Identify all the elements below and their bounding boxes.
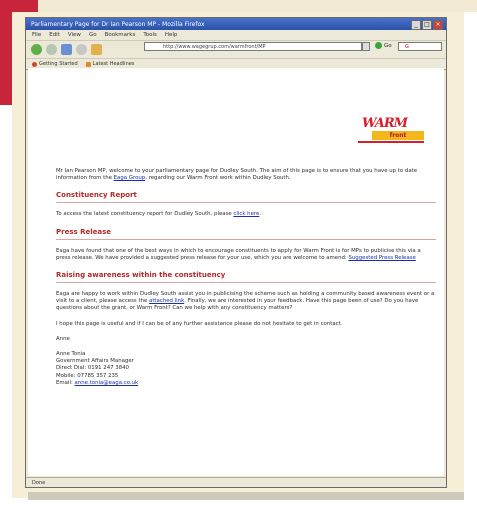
reload-icon[interactable] <box>61 44 72 55</box>
menu-help[interactable]: Help <box>165 32 178 38</box>
section-heading-constituency-report: Constituency Report <box>56 191 137 200</box>
menu-edit[interactable]: Edit <box>49 32 60 38</box>
frame-shadow <box>28 492 464 500</box>
beige-accent-bar <box>38 0 477 12</box>
constituency-paragraph: To access the latest constituency report… <box>56 211 436 218</box>
bookmark-getting-started[interactable]: Getting Started <box>32 61 78 67</box>
click-here-link[interactable]: click here <box>233 211 259 217</box>
signoff: Anne <box>56 335 70 342</box>
constituency-text: To access the latest constituency report… <box>56 211 234 218</box>
section-divider <box>56 202 436 204</box>
email-label: Email: <box>56 379 75 386</box>
bookmark-label: Getting Started <box>39 61 78 67</box>
search-field[interactable]: G <box>398 42 442 51</box>
window-controls: _ □ × <box>411 20 443 30</box>
menu-view[interactable]: View <box>68 32 81 38</box>
section-heading-press-release: Press Release <box>56 227 112 236</box>
signature-mobile: Mobile: 07785 357 235 <box>56 372 119 379</box>
firefox-icon <box>32 61 37 67</box>
status-bar: Done <box>26 477 446 487</box>
address-bar[interactable]: http://www.wagegrup.com/warmfront/MP <box>144 42 362 51</box>
rss-icon <box>85 61 91 67</box>
forward-arrow-icon[interactable] <box>46 44 57 55</box>
logo-text-warm: WARM <box>362 116 408 131</box>
title-bar: Parliamentary Page for Dr Ian Pearson MP… <box>26 18 446 30</box>
minimize-button[interactable]: _ <box>411 20 421 30</box>
stop-icon[interactable] <box>76 44 87 55</box>
maximize-button[interactable]: □ <box>422 20 432 30</box>
section-divider <box>56 282 436 284</box>
section-heading-raising-awareness: Raising awareness within the constituenc… <box>56 271 226 280</box>
bookmark-label: Latest Headlines <box>92 61 135 67</box>
address-text: http://www.wagegrup.com/warmfront/MP <box>163 44 266 50</box>
home-icon[interactable] <box>91 44 102 55</box>
signature-email: Email: anne.tonia@eaga.co.uk <box>56 380 436 387</box>
attached-link[interactable]: attached link <box>149 298 184 304</box>
menu-bookmarks[interactable]: Bookmarks <box>105 32 136 38</box>
go-icon <box>375 42 382 49</box>
awareness-paragraph: Eaga are happy to work within Dudley Sou… <box>56 291 436 313</box>
constituency-text-end: . <box>259 211 262 218</box>
window-title: Parliamentary Page for Dr Ian Pearson MP… <box>31 20 205 28</box>
bookmark-latest-headlines[interactable]: Latest Headlines <box>85 61 135 67</box>
logo-text-front: front <box>372 131 424 140</box>
menu-tools[interactable]: Tools <box>143 32 157 38</box>
signature-block: Anne Tonia Government Affairs Manager Di… <box>56 351 436 387</box>
browser-window: Parliamentary Page for Dr Ian Pearson MP… <box>25 17 447 488</box>
address-dropdown-icon[interactable] <box>362 42 370 51</box>
logo-stripe <box>358 141 424 143</box>
closing-paragraph: I hope this page is useful and if I can … <box>56 320 343 327</box>
signature-role: Government Affairs Manager <box>56 358 134 365</box>
close-button[interactable]: × <box>433 20 443 30</box>
signature-name: Anne Tonia <box>56 351 86 358</box>
eaga-group-link[interactable]: Eaga Group <box>114 175 146 181</box>
menu-bar: File Edit View Go Bookmarks Tools Help <box>26 30 446 41</box>
go-button[interactable]: Go <box>375 42 392 49</box>
intro-paragraph: Mr Ian Pearson MP, welcome to your parli… <box>56 168 436 182</box>
article-body: Mr Ian Pearson MP, welcome to your parli… <box>56 168 436 387</box>
email-link[interactable]: anne.tonia@eaga.co.uk <box>75 380 139 386</box>
menu-go[interactable]: Go <box>89 32 97 38</box>
signature-direct-dial: Direct Dial: 0191 247 3840 <box>56 365 129 372</box>
menu-file[interactable]: File <box>32 32 41 38</box>
go-label: Go <box>384 42 392 49</box>
intro-text-end: , regarding our Warm Front work within D… <box>145 175 291 182</box>
page-content: WARM front Mr Ian Pearson MP, welcome to… <box>28 68 444 476</box>
back-arrow-icon[interactable] <box>31 44 42 55</box>
search-value: G <box>405 44 409 50</box>
warm-front-logo: WARM front <box>358 116 424 146</box>
status-text: Done <box>32 480 46 486</box>
section-divider <box>56 238 436 240</box>
suggested-press-release-link[interactable]: Suggested Press Release <box>348 255 415 261</box>
press-release-paragraph: Eaga have found that one of the best way… <box>56 248 436 262</box>
